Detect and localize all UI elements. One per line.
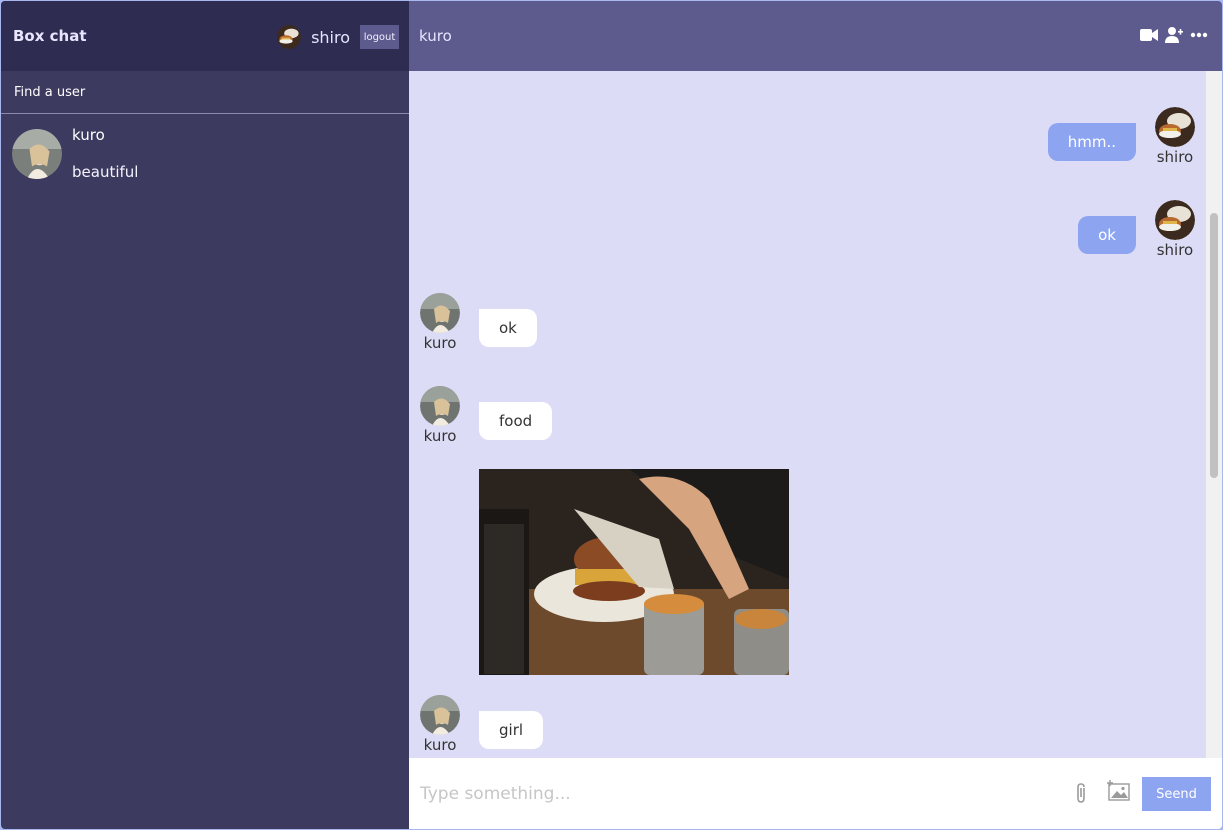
user-search <box>1 71 409 114</box>
message-sender: shiro <box>1156 148 1194 166</box>
send-button[interactable]: Seend <box>1142 777 1211 811</box>
message-bubble: food <box>479 402 553 440</box>
chat-header-actions <box>1140 27 1208 43</box>
avatar <box>1155 200 1195 240</box>
chat-panel: kuro hmm.. shiro ok shiro kuro ok kuro f… <box>409 1 1222 829</box>
message-bubble: girl <box>479 711 544 749</box>
image-icon[interactable] <box>1107 780 1131 802</box>
message-item: ok shiro <box>1048 198 1198 259</box>
sidebar: Box chat shiro logout kuro beautiful <box>1 1 409 829</box>
message-input-bar: Seend <box>409 758 1222 829</box>
avatar <box>420 695 460 735</box>
avatar <box>420 293 460 333</box>
more-icon[interactable] <box>1190 32 1208 38</box>
chat-user-name: kuro <box>72 126 105 144</box>
message-sender: kuro <box>423 334 457 352</box>
message-item: kuro food <box>417 386 817 676</box>
message-bubble: hmm.. <box>1047 123 1136 161</box>
avatar <box>1155 107 1195 147</box>
message-item: hmm.. shiro <box>1047 105 1198 166</box>
message-bubble: ok <box>1078 216 1136 254</box>
chat-header: kuro <box>409 1 1222 71</box>
logout-button[interactable]: logout <box>360 25 399 49</box>
search-input[interactable] <box>14 84 394 100</box>
message-sender: shiro <box>1156 241 1194 259</box>
video-camera-icon[interactable] <box>1140 28 1158 42</box>
chat-title: kuro <box>419 27 452 45</box>
chat-list-item[interactable]: kuro beautiful <box>1 114 409 193</box>
message-list: hmm.. shiro ok shiro kuro ok kuro food k… <box>409 71 1206 758</box>
message-image[interactable] <box>479 469 789 675</box>
app-window: Box chat shiro logout kuro beautiful <box>1 1 1222 829</box>
message-sender: kuro <box>423 736 457 754</box>
message-sender: kuro <box>423 427 457 445</box>
chat-last-message: beautiful <box>72 163 139 181</box>
current-user: shiro logout <box>277 25 399 49</box>
message-bubble: ok <box>479 309 537 347</box>
message-item: kuro girl <box>417 695 617 755</box>
message-scrollbar[interactable] <box>1206 71 1222 758</box>
message-input[interactable] <box>420 783 1040 804</box>
scrollbar-thumb[interactable] <box>1210 213 1218 478</box>
chat-list-item-text: kuro beautiful <box>72 126 138 181</box>
avatar <box>277 25 301 49</box>
paperclip-icon[interactable] <box>1074 782 1088 804</box>
avatar <box>420 386 460 426</box>
app-brand: Box chat <box>13 27 87 45</box>
current-user-name: shiro <box>311 27 350 47</box>
sidebar-header: Box chat shiro logout <box>1 1 409 71</box>
message-item: kuro ok <box>417 293 617 353</box>
add-user-icon[interactable] <box>1165 27 1183 43</box>
avatar <box>12 129 62 179</box>
